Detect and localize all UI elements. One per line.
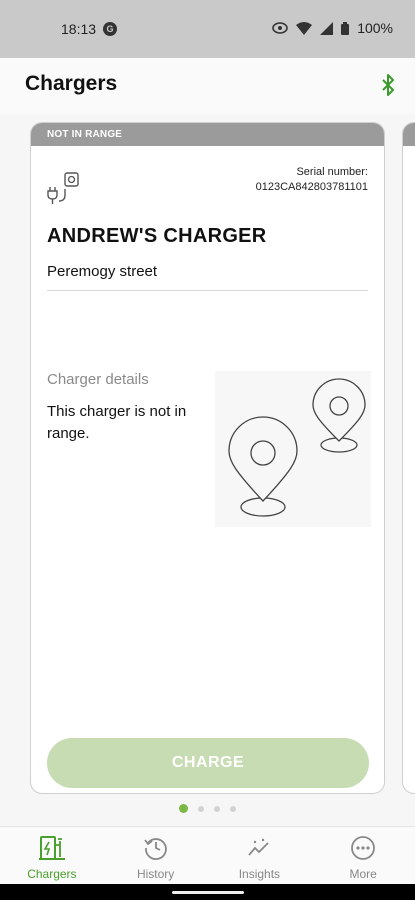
nav-chargers[interactable]: Chargers [0,827,104,885]
status-icons: 100% [272,20,393,36]
page-dot[interactable] [230,805,236,812]
battery-icon [341,21,350,35]
nav-history[interactable]: History [104,827,208,885]
serial-number: Serial number: 0123CA842803781101 [256,165,368,195]
wifi-icon [296,21,313,35]
bluetooth-icon[interactable] [381,74,395,96]
nav-more[interactable]: More [311,827,415,885]
notification-icon: G [103,22,117,36]
bottom-navigation: Chargers History Insights More [0,826,415,885]
charger-details-text: This charger is not in range. [47,403,187,442]
location-pins-illustration [215,371,371,527]
nav-insights[interactable]: Insights [208,827,312,885]
plug-icon [47,172,79,204]
gesture-handle[interactable] [172,891,244,894]
insights-icon [248,838,270,856]
charger-details-label: Charger details [47,371,149,388]
serial-label: Serial number: [296,166,368,178]
page-indicator [0,804,415,813]
charge-button[interactable]: CHARGE [47,738,369,788]
charger-card[interactable]: NOT IN RANGE Serial number: 0123CA842803… [30,122,385,794]
nav-label: More [349,867,377,881]
next-charger-card-peek[interactable] [402,122,415,794]
page-dot-active[interactable] [179,804,188,813]
more-icon [351,836,376,860]
charger-icon [38,836,65,860]
history-icon [143,838,167,860]
eye-icon [272,22,288,34]
range-status-header: NOT IN RANGE [31,123,384,146]
page-title: Chargers [25,72,118,95]
serial-value: 0123CA842803781101 [255,181,368,193]
charger-name: ANDREW'S CHARGER [47,225,267,247]
page-dot[interactable] [214,805,220,812]
status-bar: 18:13 G 100% [0,0,415,58]
battery-level: 100% [357,20,393,36]
signal-icon [320,21,334,35]
app-bar: Chargers [0,58,415,114]
divider [47,290,368,291]
charger-address: Peremogy street [47,263,158,280]
nav-label: Insights [238,867,281,881]
gesture-bar [0,884,415,900]
status-time: 18:13 [61,21,97,37]
nav-label: History [136,867,175,881]
page-dot[interactable] [198,805,204,812]
nav-label: Chargers [27,867,77,881]
